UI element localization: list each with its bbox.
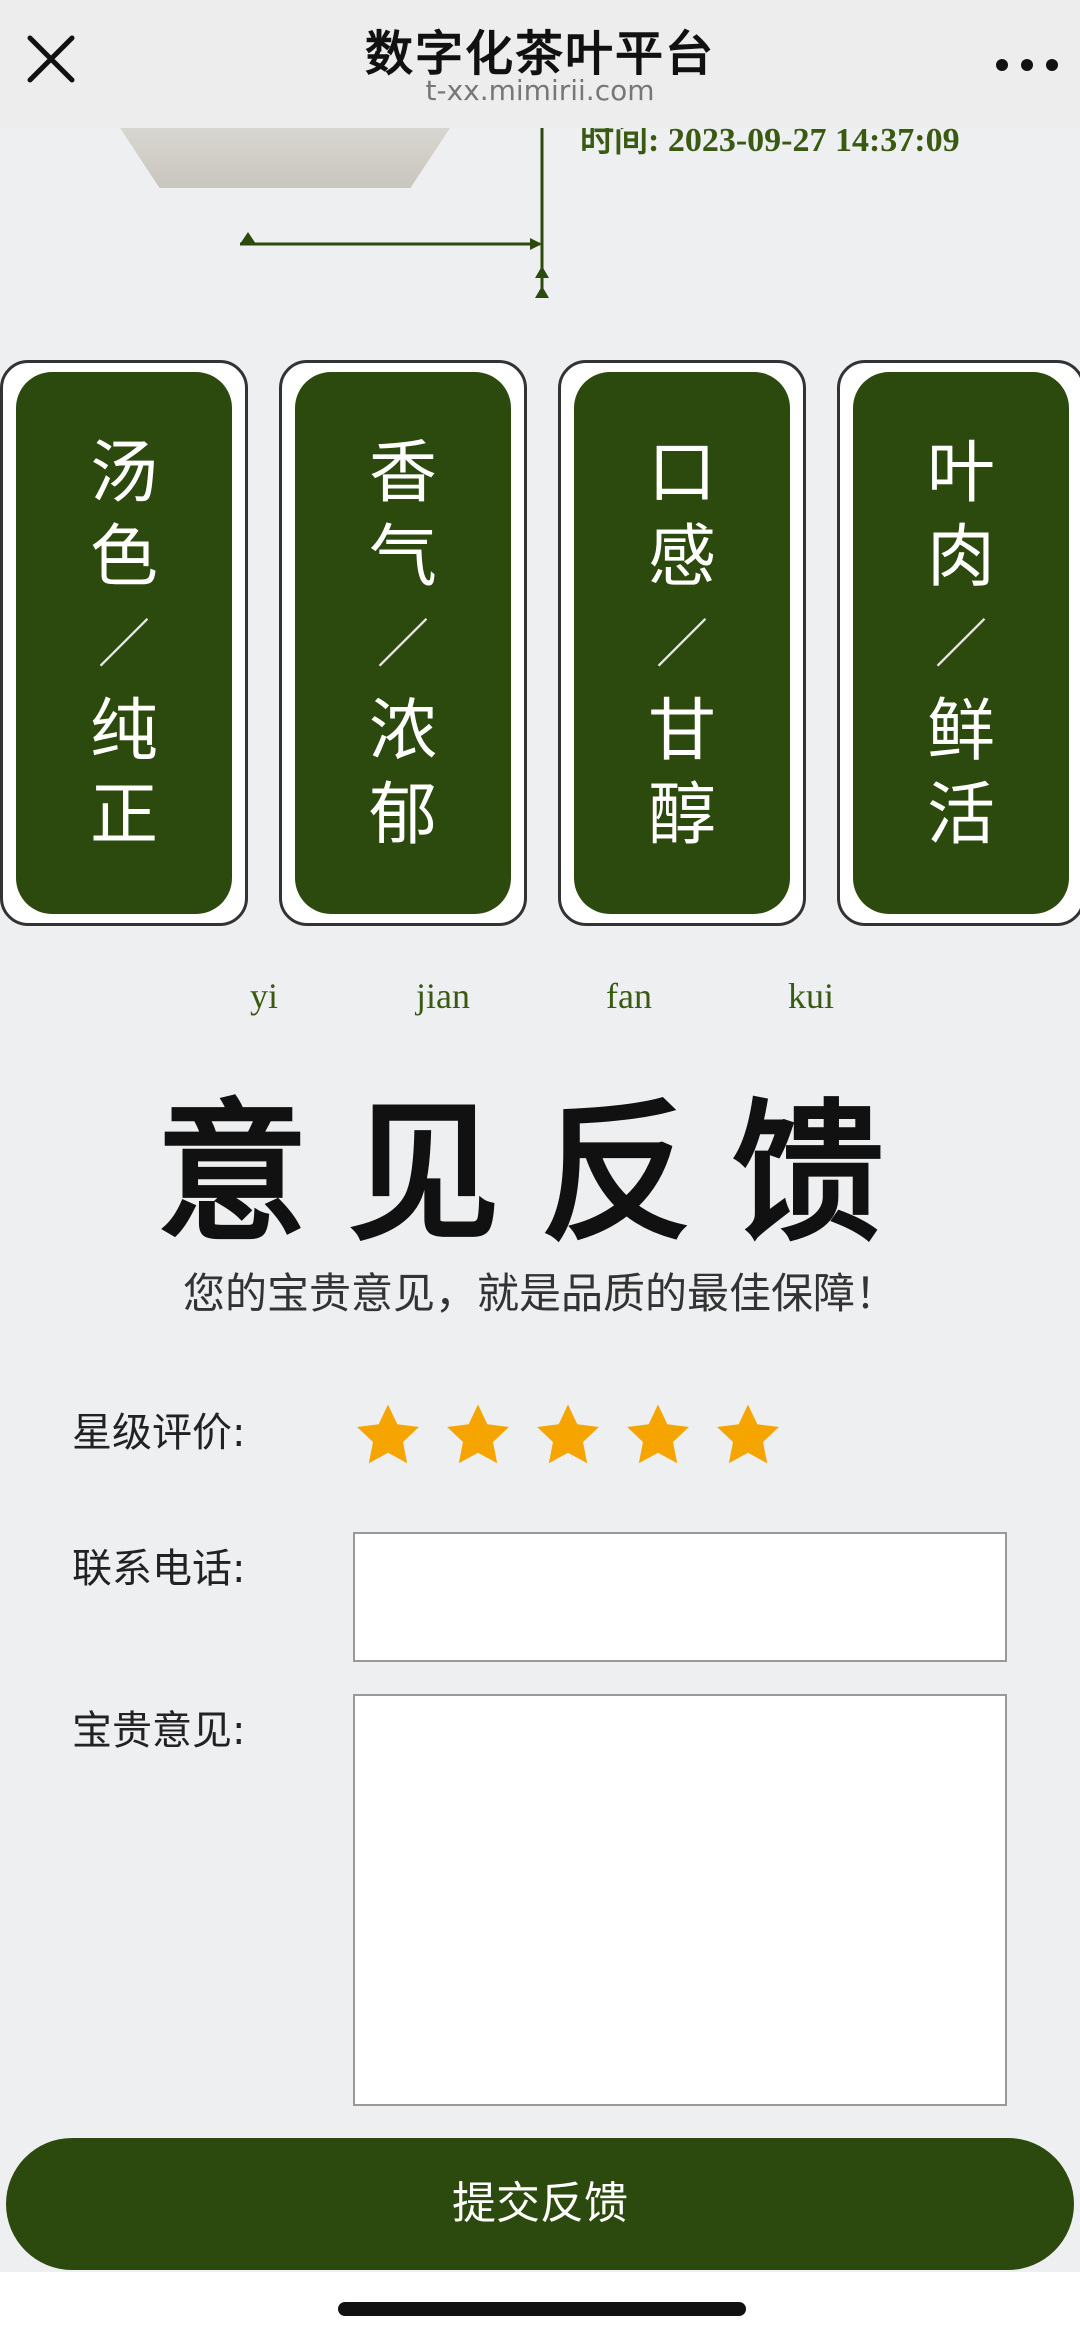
card-panel: 口 感 ／ 甘 醇 [574, 372, 790, 914]
card-kou-gan: 口 感 ／ 甘 醇 [558, 360, 806, 926]
card-char: 口 [647, 434, 716, 513]
card-panel: 汤 色 ／ 纯 正 [16, 372, 232, 914]
card-divider: ／ [655, 615, 708, 675]
card-char: 浓 [368, 692, 437, 771]
card-char: 感 [647, 518, 716, 597]
card-divider: ／ [97, 615, 150, 675]
card-char: 甘 [647, 692, 716, 771]
rating-label: 星级评价: [72, 1410, 246, 1456]
card-text: 叶 肉 ／ 鲜 活 [853, 432, 1069, 858]
feedback-slogan: 您的宝贵意见，就是品质的最佳保障！ [182, 1269, 897, 1318]
card-tang-se: 汤 色 ／ 纯 正 [0, 360, 248, 926]
submit-feedback-button[interactable]: 提交反馈 [6, 2138, 1074, 2270]
card-panel: 叶 肉 ／ 鲜 活 [853, 372, 1069, 914]
card-panel: 香 气 ／ 浓 郁 [295, 372, 511, 914]
card-char: 鲜 [926, 692, 995, 771]
star-icon[interactable] [622, 1400, 694, 1472]
card-char: 汤 [89, 434, 158, 513]
card-text: 汤 色 ／ 纯 正 [16, 432, 232, 858]
card-text: 香 气 ／ 浓 郁 [295, 432, 511, 858]
card-ye-rou: 叶 肉 ／ 鲜 活 [837, 360, 1080, 926]
card-char: 纯 [89, 692, 158, 771]
star-icon[interactable] [712, 1400, 784, 1472]
tea-quality-cards: 汤 色 ／ 纯 正 香 气 ／ 浓 郁 口 感 ／ 甘 醇 叶 肉 ／ 鲜 活 [0, 360, 1080, 930]
card-divider: ／ [376, 615, 429, 675]
card-char: 香 [368, 434, 437, 513]
pinyin-fan: fan [606, 976, 652, 1016]
card-text: 口 感 ／ 甘 醇 [574, 432, 790, 858]
star-rating[interactable] [352, 1400, 797, 1472]
pinyin-jian: jian [416, 976, 470, 1016]
top-navigation-bar: 数字化茶叶平台 t-xx.mimirii.com [0, 0, 1080, 128]
phone-field[interactable] [353, 1532, 1007, 1662]
opinion-textarea[interactable] [353, 1694, 1007, 2106]
card-divider: ／ [934, 615, 987, 675]
card-xiang-qi: 香 气 ／ 浓 郁 [279, 360, 527, 926]
card-char: 醇 [647, 776, 716, 855]
card-char: 郁 [368, 776, 437, 855]
more-button[interactable] [992, 50, 1062, 80]
home-indicator [338, 2302, 746, 2316]
star-icon[interactable] [532, 1400, 604, 1472]
phone-label: 联系电话: [72, 1546, 246, 1592]
opinion-label: 宝贵意见: [72, 1708, 246, 1754]
card-char: 活 [926, 776, 995, 855]
card-char: 气 [368, 518, 437, 597]
pinyin-kui: kui [788, 976, 835, 1016]
decorative-lines [240, 128, 549, 298]
card-char: 色 [89, 518, 158, 597]
feedback-title: 意见反馈 [156, 1085, 924, 1262]
card-char: 肉 [926, 518, 995, 597]
more-icon [996, 59, 1058, 71]
star-icon[interactable] [442, 1400, 514, 1472]
card-char: 正 [89, 776, 158, 855]
card-char: 叶 [926, 434, 995, 513]
page-url: t-xx.mimirii.com [425, 74, 655, 107]
star-icon[interactable] [352, 1400, 424, 1472]
pinyin-yi: yi [250, 976, 279, 1016]
